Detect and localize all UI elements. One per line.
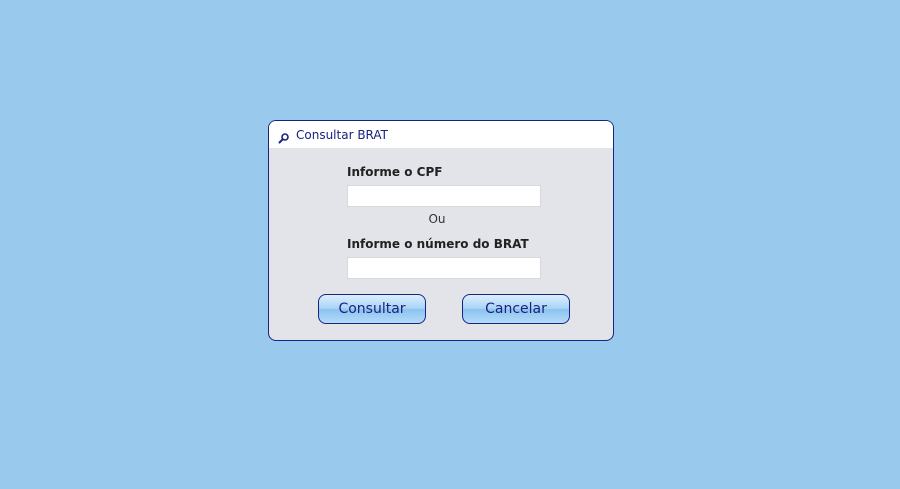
cancelar-button[interactable]: Cancelar — [462, 294, 570, 324]
or-label: Ou — [428, 212, 446, 226]
consultar-brat-dialog: Consultar BRAT Informe o CPF Ou Informe … — [268, 120, 614, 341]
dialog-body: Informe o CPF Ou Informe o número do BRA… — [269, 148, 613, 340]
consultar-button[interactable]: Consultar — [318, 294, 426, 324]
brat-number-input[interactable] — [347, 257, 541, 279]
dialog-titlebar: Consultar BRAT — [269, 121, 613, 148]
magnifier-icon — [278, 129, 290, 143]
cpf-input[interactable] — [347, 185, 541, 207]
brat-number-label: Informe o número do BRAT — [347, 237, 529, 251]
cpf-label: Informe o CPF — [347, 165, 443, 179]
dialog-title: Consultar BRAT — [296, 127, 389, 142]
